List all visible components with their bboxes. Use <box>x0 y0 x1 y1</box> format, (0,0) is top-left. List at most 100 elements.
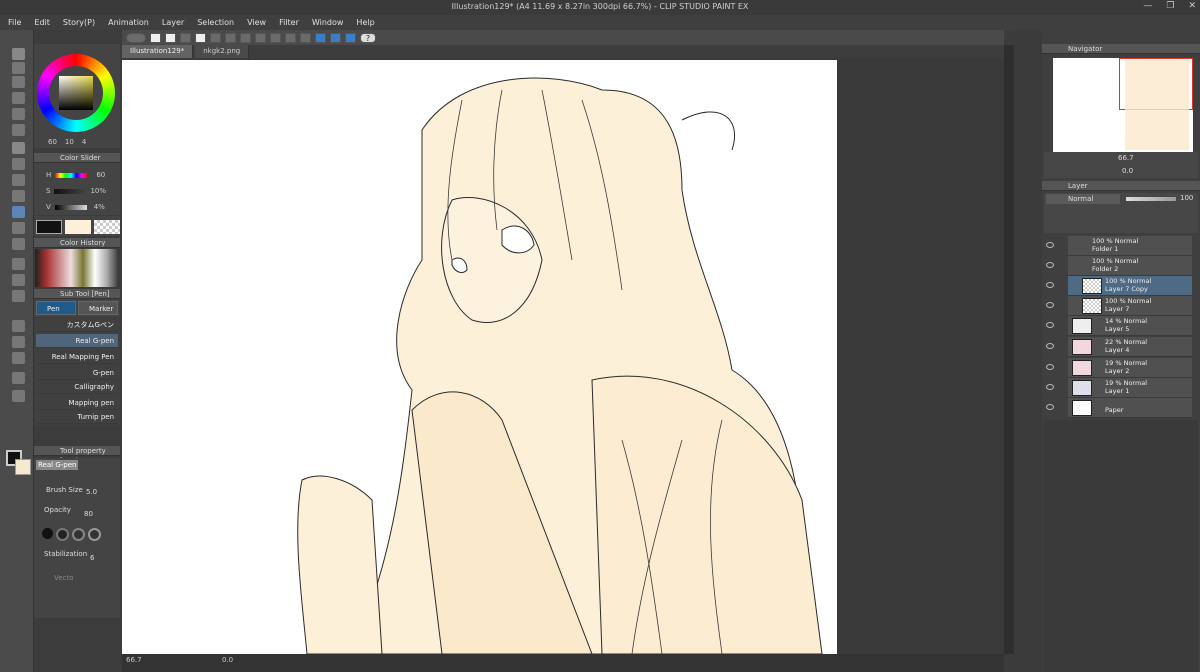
layer-opacity-slider[interactable] <box>1126 197 1176 201</box>
help-icon[interactable]: ? <box>360 32 376 43</box>
snap-special-ruler-icon[interactable] <box>345 32 356 43</box>
layer-4[interactable]: 22 % Normal Layer 4 <box>1068 337 1192 357</box>
sub-color-chip[interactable] <box>65 220 91 234</box>
gradient-tool-icon[interactable] <box>12 274 25 286</box>
layer-5[interactable]: 14 % Normal Layer 5 <box>1068 316 1192 336</box>
snap-grid-icon[interactable] <box>330 32 341 43</box>
color-history-grid[interactable] <box>35 249 119 287</box>
transform-icon[interactable] <box>240 32 251 43</box>
status-rotation[interactable]: 0.0 <box>222 656 233 664</box>
fill-tool-icon[interactable] <box>12 258 25 270</box>
save-icon[interactable] <box>180 32 191 43</box>
visibility-eye-icon[interactable] <box>1046 282 1054 288</box>
airbrush-tool-icon[interactable] <box>12 190 25 202</box>
transparent-color-chip[interactable] <box>94 220 120 234</box>
value-value[interactable]: 4% <box>91 203 105 211</box>
snap-ruler-icon[interactable] <box>315 32 326 43</box>
undo-icon[interactable] <box>210 32 221 43</box>
blend-tool-icon[interactable] <box>12 238 25 250</box>
hue-value[interactable]: 60 <box>91 171 105 179</box>
sub-tool-g-pen[interactable]: G-pen <box>36 366 118 380</box>
menu-story[interactable]: Story(P) <box>63 18 95 27</box>
hue-slider-row[interactable]: H 60 <box>46 171 118 179</box>
visibility-eye-icon[interactable] <box>1046 302 1054 308</box>
line-fix-tool-icon[interactable] <box>12 390 25 402</box>
doc-tab-nkgk2[interactable]: nkgk2.png <box>195 45 250 58</box>
layer-folder-2[interactable]: 100 % Normal Folder 2 <box>1068 256 1192 276</box>
doc-tab-illustration129[interactable]: Illustration129* <box>122 45 194 58</box>
operation-tool-icon[interactable] <box>12 76 25 88</box>
sub-tool-real-g-pen[interactable]: Real G-pen <box>36 334 118 348</box>
color-wheel[interactable] <box>37 54 115 132</box>
fill-icon[interactable] <box>255 32 266 43</box>
vertical-scrollbar[interactable] <box>1004 45 1014 654</box>
layer-header[interactable]: Layer <box>1042 181 1200 191</box>
menu-layer[interactable]: Layer <box>162 18 184 27</box>
canvas-paper[interactable] <box>122 60 837 654</box>
logo-icon[interactable] <box>126 32 146 43</box>
deselect-icon[interactable] <box>300 32 311 43</box>
tool-property-header[interactable]: Tool property [Real <box>34 446 120 465</box>
value-slider[interactable] <box>54 204 87 210</box>
saturation-value-square[interactable] <box>59 76 93 110</box>
tab-pen[interactable]: Pen <box>36 301 76 315</box>
navigator-thumbnail[interactable] <box>1053 58 1193 152</box>
pencil-tool-icon[interactable] <box>12 158 25 170</box>
menu-file[interactable]: File <box>8 18 21 27</box>
menu-animation[interactable]: Animation <box>108 18 149 27</box>
menu-view[interactable]: View <box>247 18 266 27</box>
layer-1[interactable]: 19 % Normal Layer 1 <box>1068 378 1192 398</box>
menu-help[interactable]: Help <box>356 18 374 27</box>
canvas-area[interactable] <box>122 58 1004 654</box>
sub-tool-mapping-pen[interactable]: Mapping pen <box>36 396 118 410</box>
layer-7-copy[interactable]: 100 % Normal Layer 7 Copy <box>1068 276 1192 296</box>
saturation-slider[interactable] <box>54 188 87 194</box>
redo-icon[interactable] <box>225 32 236 43</box>
color-square-icon[interactable] <box>195 32 206 43</box>
blend-mode-select[interactable]: Normal <box>1046 194 1120 204</box>
zoom-tool-icon[interactable] <box>12 48 25 60</box>
sub-tool-custom-g-pen[interactable]: カスタムGペン <box>36 318 118 332</box>
auto-select-tool-icon[interactable] <box>12 108 25 120</box>
visibility-eye-icon[interactable] <box>1046 364 1054 370</box>
brush-preset-1[interactable] <box>42 528 53 539</box>
saturation-value[interactable]: 10% <box>90 187 106 195</box>
menu-selection[interactable]: Selection <box>197 18 234 27</box>
visibility-eye-icon[interactable] <box>1046 242 1054 248</box>
figure-tool-icon[interactable] <box>12 290 25 302</box>
layer-folder-1[interactable]: 100 % Normal Folder 1 <box>1068 236 1192 256</box>
hue-slider[interactable] <box>55 172 88 178</box>
menu-edit[interactable]: Edit <box>34 18 50 27</box>
layer-paper[interactable]: Paper <box>1068 398 1192 418</box>
stabilization-value[interactable]: 6 <box>90 554 94 562</box>
text-tool-icon[interactable] <box>12 352 25 364</box>
layer-7[interactable]: 100 % Normal Layer 7 <box>1068 296 1192 316</box>
visibility-eye-icon[interactable] <box>1046 322 1054 328</box>
brush-tool-icon[interactable] <box>12 174 25 186</box>
visibility-eye-icon[interactable] <box>1046 384 1054 390</box>
sub-color-swatch[interactable] <box>15 459 31 475</box>
navigator-header[interactable]: Navigator <box>1042 44 1200 54</box>
decoration-tool-icon[interactable] <box>12 206 25 218</box>
status-zoom[interactable]: 66.7 <box>126 656 142 664</box>
crop-icon[interactable] <box>270 32 281 43</box>
sub-tool-header[interactable]: Sub Tool [Pen] <box>34 289 120 299</box>
color-history-header[interactable]: Color History <box>34 238 120 248</box>
move-tool-icon[interactable] <box>12 62 25 74</box>
visibility-eye-icon[interactable] <box>1046 343 1054 349</box>
sub-tool-turnip-pen[interactable]: Turnip pen <box>36 410 118 424</box>
layer-2[interactable]: 19 % Normal Layer 2 <box>1068 358 1192 378</box>
eyedropper-tool-icon[interactable] <box>12 124 25 136</box>
brush-preset-4[interactable] <box>88 528 101 541</box>
color-slider-header[interactable]: Color Slider <box>34 153 120 163</box>
pen-tool-icon[interactable] <box>12 142 25 154</box>
eraser-tool-icon[interactable] <box>12 222 25 234</box>
menu-filter[interactable]: Filter <box>279 18 299 27</box>
sub-tool-calligraphy[interactable]: Calligraphy <box>36 380 118 394</box>
minimize-button[interactable]: — <box>1143 1 1152 11</box>
balloon-tool-icon[interactable] <box>12 372 25 384</box>
close-button[interactable]: ✕ <box>1188 1 1196 11</box>
brush-preset-2[interactable] <box>56 528 69 541</box>
layer-opacity-value[interactable]: 100 <box>1180 194 1193 202</box>
selection-icon[interactable] <box>285 32 296 43</box>
